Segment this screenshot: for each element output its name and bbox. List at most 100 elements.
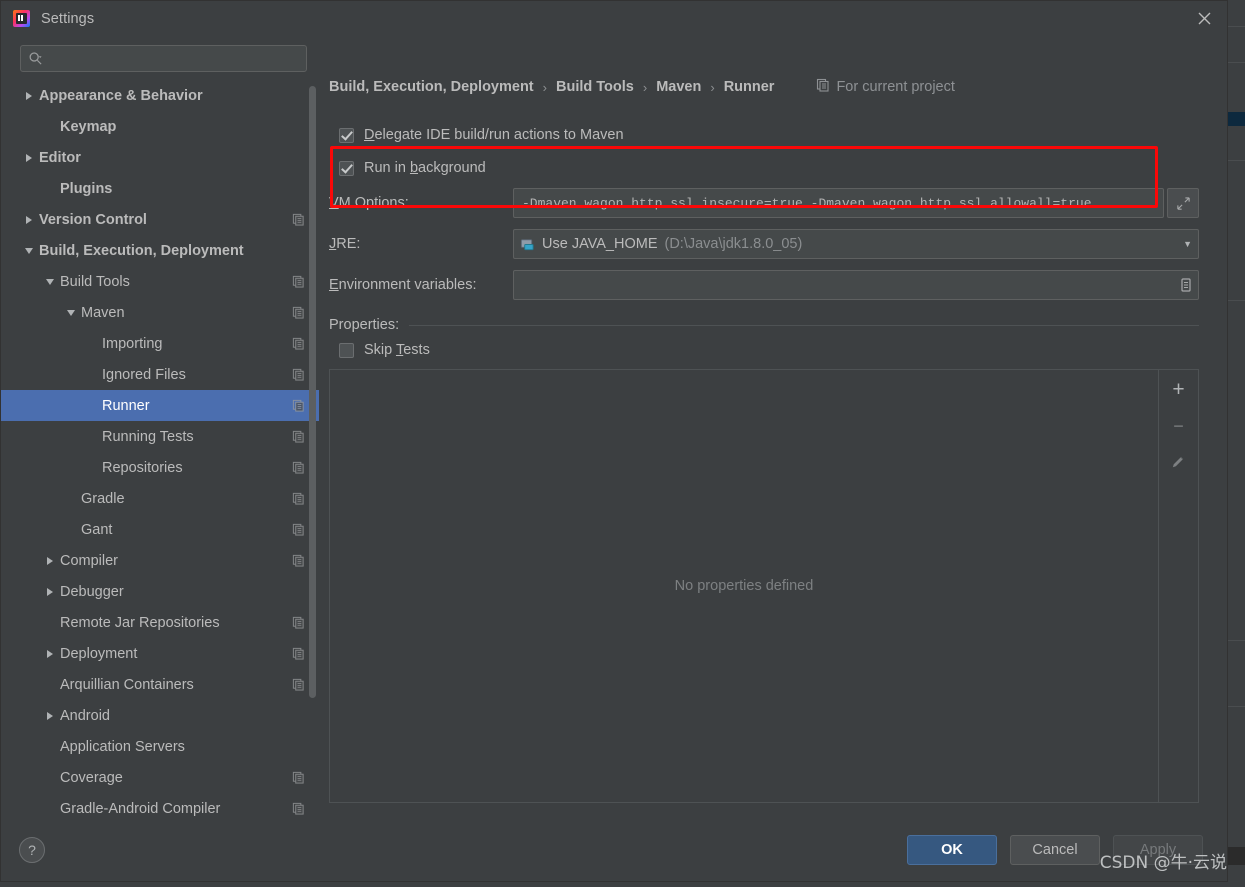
project-scope-icon bbox=[816, 78, 830, 96]
sidebar-item-label: Compiler bbox=[60, 552, 119, 569]
chevron-right-icon[interactable] bbox=[19, 215, 39, 224]
sidebar-item-maven[interactable]: Maven bbox=[1, 297, 319, 328]
sidebar-item-label: Build, Execution, Deployment bbox=[39, 242, 244, 259]
dialog-footer: ? OK Cancel Apply bbox=[1, 819, 1227, 881]
close-icon[interactable] bbox=[1181, 1, 1227, 36]
sidebar-item-label: Maven bbox=[81, 304, 125, 321]
for-current-project-label: For current project bbox=[836, 79, 955, 95]
sidebar-item-arquillian-containers[interactable]: Arquillian Containers bbox=[1, 669, 319, 700]
environment-variables-input[interactable] bbox=[513, 270, 1199, 300]
chevron-right-icon[interactable] bbox=[40, 556, 60, 565]
chevron-right-icon[interactable] bbox=[19, 153, 39, 162]
jdk-icon bbox=[520, 237, 535, 252]
chevron-right-icon[interactable] bbox=[40, 711, 60, 720]
sidebar-item-plugins[interactable]: Plugins bbox=[1, 173, 319, 204]
vm-options-value: -Dmaven.wagon.http.ssl.insecure=true -Dm… bbox=[522, 195, 1092, 211]
sidebar-item-gradle[interactable]: Gradle bbox=[1, 483, 319, 514]
ok-button[interactable]: OK bbox=[907, 835, 997, 865]
sidebar-item-compiler[interactable]: Compiler bbox=[1, 545, 319, 576]
chevron-down-icon[interactable] bbox=[19, 247, 39, 254]
breadcrumb-item[interactable]: Build, Execution, Deployment bbox=[329, 79, 534, 95]
chevron-right-icon[interactable] bbox=[40, 649, 60, 658]
sidebar-search-wrap bbox=[1, 36, 319, 78]
sidebar-item-gant[interactable]: Gant bbox=[1, 514, 319, 545]
sidebar-item-label: Repositories bbox=[102, 459, 183, 476]
help-button[interactable]: ? bbox=[19, 837, 45, 863]
section-divider bbox=[409, 324, 1199, 326]
jre-combobox[interactable]: Use JAVA_HOME (D:\Java\jdk1.8.0_05) ▼ bbox=[513, 229, 1199, 259]
run-in-background-checkbox-label: Run in background bbox=[364, 160, 486, 176]
sidebar-item-running-tests[interactable]: Running Tests bbox=[1, 421, 319, 452]
search-box[interactable] bbox=[20, 45, 307, 72]
add-property-button[interactable]: + bbox=[1165, 377, 1193, 403]
sidebar-item-build-execution-deployment[interactable]: Build, Execution, Deployment bbox=[1, 235, 319, 266]
sidebar-item-editor[interactable]: Editor bbox=[1, 142, 319, 173]
breadcrumb-item[interactable]: Maven bbox=[656, 79, 701, 95]
chevron-down-icon[interactable] bbox=[61, 309, 81, 316]
sidebar-item-label: Runner bbox=[102, 397, 150, 414]
run-in-background-checkbox-row[interactable]: Run in background bbox=[339, 155, 1199, 181]
jre-row: JRE: Use JAVA_HOME (D:\Java\jdk1.8.0_05)… bbox=[329, 229, 1199, 259]
properties-panel[interactable]: No properties defined + − bbox=[329, 369, 1199, 803]
chevron-right-icon[interactable] bbox=[19, 91, 39, 100]
edit-property-button[interactable] bbox=[1165, 449, 1193, 475]
sidebar-item-application-servers[interactable]: Application Servers bbox=[1, 731, 319, 762]
run-in-background-checkbox[interactable] bbox=[339, 160, 354, 176]
watermark: CSDN @牛·云说 bbox=[1099, 853, 1227, 873]
chevron-right-icon[interactable] bbox=[40, 587, 60, 596]
project-scope-icon bbox=[292, 523, 305, 536]
jre-label-text: RE: bbox=[336, 236, 361, 252]
sidebar-item-appearance-behavior[interactable]: Appearance & Behavior bbox=[1, 80, 319, 111]
delegate-ide-build-run-checkbox[interactable] bbox=[339, 127, 354, 143]
sidebar-item-label: Gradle-Android Compiler bbox=[60, 800, 221, 817]
sidebar-item-version-control[interactable]: Version Control bbox=[1, 204, 319, 235]
sidebar-item-label: Gant bbox=[81, 521, 113, 538]
jre-label: JRE: bbox=[329, 236, 513, 252]
sidebar-item-repositories[interactable]: Repositories bbox=[1, 452, 319, 483]
sidebar-item-build-tools[interactable]: Build Tools bbox=[1, 266, 319, 297]
skip-tests-checkbox[interactable] bbox=[339, 342, 354, 358]
sidebar-item-label: Editor bbox=[39, 149, 81, 166]
sidebar-item-runner[interactable]: Runner bbox=[1, 390, 319, 421]
expand-icon[interactable] bbox=[1167, 188, 1199, 218]
sidebar-item-label: Running Tests bbox=[102, 428, 194, 445]
sidebar-item-android[interactable]: Android bbox=[1, 700, 319, 731]
vm-options-row: VM Options: -Dmaven.wagon.http.ssl.insec… bbox=[329, 188, 1199, 218]
checkbox-group: Delegate IDE build/run actions to Maven R… bbox=[329, 122, 1199, 181]
sidebar-item-coverage[interactable]: Coverage bbox=[1, 762, 319, 793]
sidebar-item-debugger[interactable]: Debugger bbox=[1, 576, 319, 607]
cancel-button[interactable]: Cancel bbox=[1010, 835, 1100, 865]
delegate-ide-build-run-checkbox-label: Delegate IDE build/run actions to Maven bbox=[364, 127, 624, 143]
sidebar-scrollbar[interactable] bbox=[309, 86, 316, 698]
sidebar-item-label: Version Control bbox=[39, 211, 147, 228]
settings-dialog: Settings Appearance & Behavior Keymap Ed… bbox=[0, 0, 1228, 882]
project-scope-icon bbox=[292, 368, 305, 381]
skip-tests-row[interactable]: Skip Tests bbox=[339, 337, 1199, 363]
breadcrumb: Build, Execution, Deployment › Build Tools… bbox=[329, 78, 1199, 96]
sidebar-item-gradle-android-compiler[interactable]: Gradle-Android Compiler bbox=[1, 793, 319, 819]
project-scope-icon bbox=[292, 492, 305, 505]
browse-variables-icon[interactable] bbox=[1178, 277, 1194, 293]
vm-options-input[interactable]: -Dmaven.wagon.http.ssl.insecure=true -Dm… bbox=[513, 188, 1164, 218]
sidebar-item-remote-jar-repositories[interactable]: Remote Jar Repositories bbox=[1, 607, 319, 638]
settings-tree[interactable]: Appearance & Behavior Keymap Editor Plugins… bbox=[1, 78, 319, 819]
sidebar-item-label: Deployment bbox=[60, 645, 138, 662]
sidebar-item-importing[interactable]: Importing bbox=[1, 328, 319, 359]
delegate-ide-build-run-checkbox-row[interactable]: Delegate IDE build/run actions to Maven bbox=[339, 122, 1199, 148]
search-input[interactable] bbox=[43, 51, 299, 66]
chevron-down-icon[interactable]: ▼ bbox=[1175, 239, 1192, 249]
sidebar-item-keymap[interactable]: Keymap bbox=[1, 111, 319, 142]
project-scope-icon bbox=[292, 461, 305, 474]
sidebar-item-ignored-files[interactable]: Ignored Files bbox=[1, 359, 319, 390]
remove-property-button[interactable]: − bbox=[1165, 413, 1193, 439]
vm-options-label-text: M Options: bbox=[338, 195, 409, 211]
sidebar-item-label: Android bbox=[60, 707, 110, 724]
chevron-down-icon[interactable] bbox=[40, 278, 60, 285]
properties-empty-message: No properties defined bbox=[674, 578, 814, 594]
sidebar-item-label: Plugins bbox=[60, 180, 113, 197]
breadcrumb-item[interactable]: Runner bbox=[724, 79, 775, 95]
project-scope-icon bbox=[292, 554, 305, 567]
sidebar-item-deployment[interactable]: Deployment bbox=[1, 638, 319, 669]
breadcrumb-item[interactable]: Build Tools bbox=[556, 79, 634, 95]
sidebar-item-label: Build Tools bbox=[60, 273, 130, 290]
